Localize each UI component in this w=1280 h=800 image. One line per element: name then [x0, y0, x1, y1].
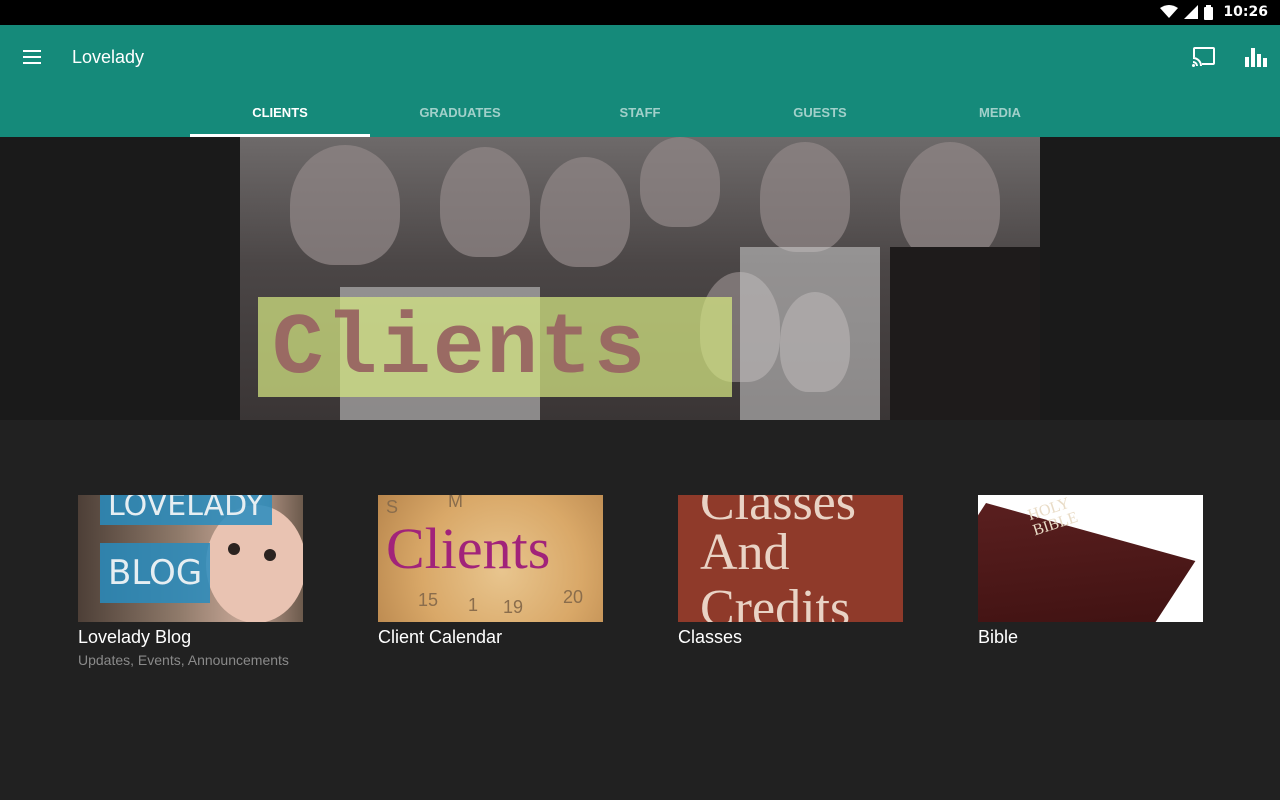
calendar-number: 1	[468, 595, 479, 615]
card-thumbnail: LOVELADY BLOG	[78, 495, 303, 622]
banner-label: Clients	[272, 300, 648, 398]
card-title: Classes	[678, 627, 743, 647]
tab-media[interactable]: MEDIA	[910, 87, 1090, 137]
photo-dark-dress	[890, 247, 1040, 420]
card-thumbnail: HOLY BIBLE	[978, 495, 1203, 622]
calendar-number: 15	[418, 590, 439, 610]
tab-staff[interactable]: STAFF	[550, 87, 730, 137]
card-title: Client Calendar	[378, 627, 503, 647]
app-bar: Lovelady CLIENTS GRADUATES STAFF GUESTS …	[0, 25, 1280, 137]
tab-guests[interactable]: GUESTS	[730, 87, 910, 137]
card-bible[interactable]: HOLY BIBLE Bible	[978, 495, 1203, 648]
photo-figure	[760, 142, 850, 252]
card-thumbnail: Classes And Credits	[678, 495, 903, 622]
calendar-number: M	[448, 495, 463, 511]
calendar-number: 19	[503, 597, 524, 617]
card-title: Lovelady Blog	[78, 627, 192, 647]
card-lovelady-blog[interactable]: LOVELADY BLOG Lovelady Blog Updates, Eve…	[78, 495, 303, 668]
photo-figure	[540, 157, 630, 267]
photo-figure	[440, 147, 530, 257]
classes-image-text: And	[700, 524, 790, 581]
bible-book-image	[978, 503, 1196, 622]
battery-icon	[1204, 4, 1214, 20]
app-title: Lovelady	[72, 47, 145, 67]
calendar-number: 20	[563, 587, 584, 607]
photo-figure	[640, 137, 720, 227]
status-bar: 10:26	[0, 0, 1280, 25]
status-icons: 10:26	[1160, 4, 1268, 20]
tab-bar: CLIENTS GRADUATES STAFF GUESTS MEDIA	[190, 87, 1090, 137]
cast-icon[interactable]	[1190, 43, 1218, 71]
card-subtitle: Updates, Events, Announcements	[78, 652, 289, 668]
tab-graduates[interactable]: GRADUATES	[370, 87, 550, 137]
tab-clients[interactable]: CLIENTS	[190, 87, 370, 137]
bar-chart-icon[interactable]	[1242, 43, 1270, 71]
menu-icon-bar	[23, 62, 41, 64]
photo-figure	[290, 145, 400, 265]
menu-button[interactable]	[18, 45, 46, 69]
signal-icon	[1184, 5, 1199, 19]
blog-image-tag: BLOG	[100, 543, 211, 603]
card-client-calendar[interactable]: S M 15 1 19 20 Clients Client Calendar	[378, 495, 603, 648]
card-classes[interactable]: Classes And Credits Classes	[678, 495, 903, 648]
header-banner: Clients	[240, 137, 1040, 420]
classes-image-text: Credits	[700, 580, 851, 622]
photo-dress	[740, 247, 880, 420]
calendar-image-text: Clients	[386, 516, 551, 581]
baby-eye	[228, 543, 240, 555]
menu-icon-bar	[23, 50, 41, 52]
photo-figure	[900, 142, 1000, 262]
wifi-icon	[1160, 5, 1179, 18]
card-title: Bible	[978, 627, 1019, 647]
card-thumbnail: S M 15 1 19 20 Clients	[378, 495, 603, 622]
menu-icon-bar	[23, 56, 41, 58]
status-clock: 10:26	[1223, 4, 1268, 20]
baby-eye	[264, 549, 276, 561]
blog-image-tag: LOVELADY	[100, 495, 272, 525]
